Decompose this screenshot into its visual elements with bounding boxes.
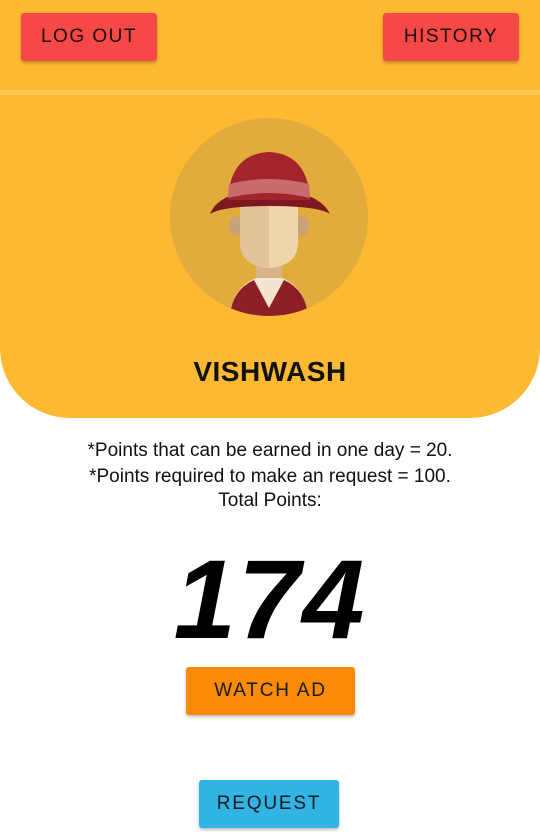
user-avatar-hat-icon bbox=[210, 152, 330, 316]
username-label: VISHWASH bbox=[193, 356, 347, 387]
total-points-label: Total Points: bbox=[218, 490, 322, 511]
logout-button[interactable]: LOG OUT bbox=[21, 13, 157, 61]
profile-header: LOG OUT HISTORY VISHWASH bbox=[0, 0, 540, 418]
request-button[interactable]: REQUEST bbox=[199, 780, 339, 828]
request-points-info: *Points required to make an request = 10… bbox=[89, 466, 451, 487]
watch-ad-button[interactable]: WATCH AD bbox=[186, 667, 355, 715]
header-divider bbox=[0, 90, 540, 95]
daily-points-info: *Points that can be earned in one day = … bbox=[87, 440, 453, 461]
history-button[interactable]: HISTORY bbox=[383, 13, 519, 61]
avatar bbox=[170, 118, 368, 316]
total-points-value: 174 bbox=[173, 537, 367, 662]
app-screen: LOG OUT HISTORY VISHWASH *Points that ca… bbox=[0, 0, 540, 836]
